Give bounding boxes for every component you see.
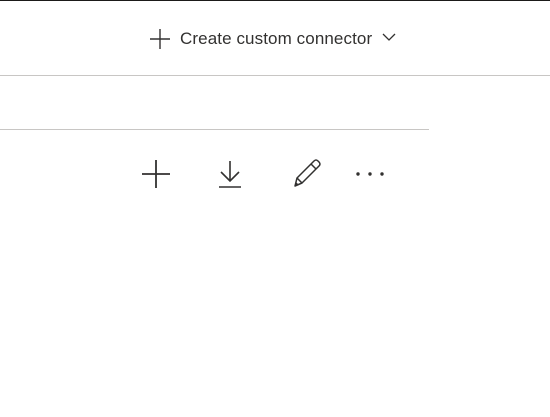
- header-divider: [0, 129, 429, 130]
- connectors-page: Create custom connector: [0, 0, 550, 417]
- edit-button[interactable]: [284, 152, 328, 196]
- plus-icon: [148, 27, 172, 51]
- pencil-icon: [289, 157, 323, 191]
- add-button[interactable]: [134, 152, 178, 196]
- chevron-down-icon[interactable]: [380, 28, 398, 46]
- empty-header-region: [0, 76, 429, 129]
- download-button[interactable]: [208, 152, 252, 196]
- download-icon: [217, 158, 243, 190]
- create-custom-connector-label: Create custom connector: [180, 29, 373, 48]
- row-actions-toolbar: [0, 152, 429, 196]
- plus-icon: [140, 158, 172, 190]
- more-icon: [354, 168, 386, 180]
- create-custom-connector-button[interactable]: Create custom connector: [148, 26, 398, 52]
- more-button[interactable]: [348, 152, 392, 196]
- command-bar: Create custom connector: [0, 1, 550, 75]
